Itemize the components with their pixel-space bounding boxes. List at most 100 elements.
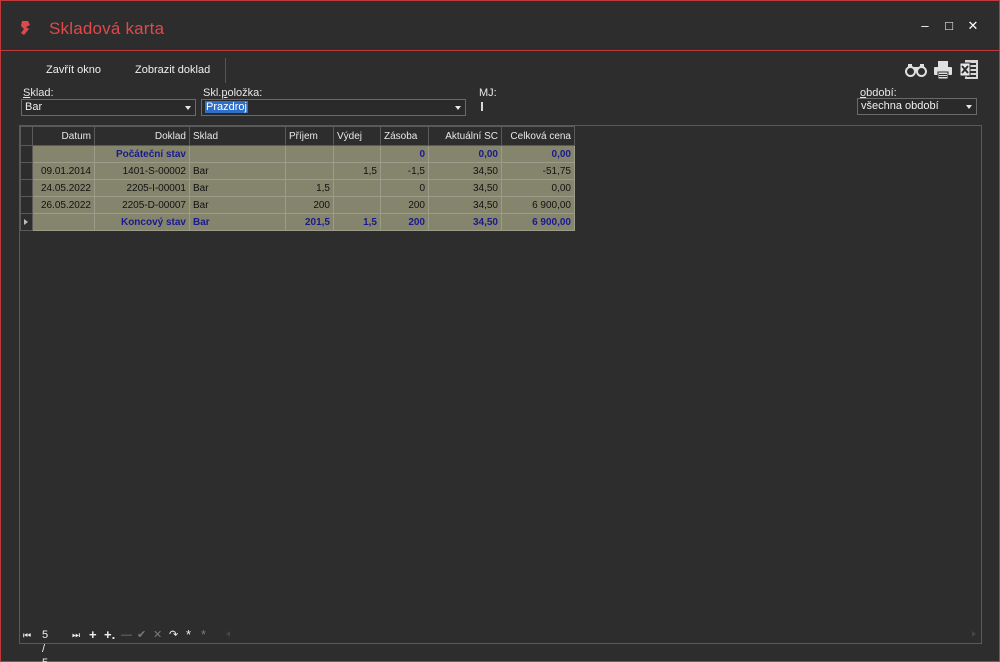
- post-edit-icon[interactable]: ✔: [137, 628, 146, 642]
- close-window-toolbar-button[interactable]: Zavřít okno: [46, 64, 101, 76]
- cell-sklad[interactable]: Bar: [189, 179, 286, 197]
- cell-datum[interactable]: 26.05.2022: [32, 196, 95, 214]
- table-header-row: Datum Doklad Sklad Příjem Výdej Zásoba A…: [20, 126, 575, 146]
- row-indicator: [20, 179, 33, 197]
- stock-card-table: Datum Doklad Sklad Příjem Výdej Zásoba A…: [20, 126, 575, 231]
- cell-zasoba[interactable]: 200: [380, 213, 429, 231]
- cell-sklad[interactable]: [189, 145, 286, 163]
- cell-aktualni-sc[interactable]: 34,50: [428, 162, 502, 180]
- cell-vydej[interactable]: [333, 179, 381, 197]
- polozka-combobox[interactable]: Prazdroj: [201, 99, 466, 116]
- cell-celkova-cena[interactable]: -51,75: [501, 162, 575, 180]
- window-title: Skladová karta: [49, 19, 165, 38]
- table-row[interactable]: 26.05.2022 2205-D-00007 Bar 200 200 34,5…: [20, 196, 575, 214]
- chevron-down-icon[interactable]: [966, 105, 972, 109]
- cell-vydej[interactable]: [333, 196, 381, 214]
- table-row[interactable]: 24.05.2022 2205-I-00001 Bar 1,5 0 34,50 …: [20, 179, 575, 197]
- cell-doklad[interactable]: 2205-D-00007: [94, 196, 190, 214]
- mj-label: MJ:: [479, 87, 497, 99]
- cell-celkova-cena[interactable]: 6 900,00: [501, 213, 575, 231]
- cell-celkova-cena[interactable]: 6 900,00: [501, 196, 575, 214]
- mj-value: [481, 102, 483, 111]
- cell-sklad[interactable]: Bar: [189, 213, 286, 231]
- set-bookmark-icon[interactable]: *: [186, 628, 191, 642]
- cell-prijem[interactable]: 1,5: [285, 179, 334, 197]
- cell-doklad[interactable]: 1401-S-00002: [94, 162, 190, 180]
- polozka-label: Skl.položka:: [203, 87, 263, 99]
- insert-record-icon[interactable]: +.: [104, 628, 115, 642]
- cell-datum[interactable]: 24.05.2022: [32, 179, 95, 197]
- skladova-karta-window: Skladová karta – □ ✕ Zavřít okno Zobrazi…: [0, 0, 1000, 662]
- column-header-aktualni-sc[interactable]: Aktuální SC: [428, 126, 502, 146]
- column-header-sklad[interactable]: Sklad: [189, 126, 286, 146]
- cell-zasoba[interactable]: 0: [380, 145, 429, 163]
- delete-record-icon[interactable]: —: [121, 628, 132, 642]
- cell-prijem[interactable]: 200: [285, 196, 334, 214]
- minimize-button[interactable]: –: [918, 19, 932, 33]
- binoculars-icon[interactable]: [905, 63, 927, 77]
- cell-zasoba[interactable]: 0: [380, 179, 429, 197]
- maximize-button[interactable]: □: [942, 19, 956, 33]
- cell-doklad[interactable]: 2205-I-00001: [94, 179, 190, 197]
- cell-datum[interactable]: [32, 213, 95, 231]
- last-record-icon[interactable]: ⏭: [72, 628, 80, 642]
- scroll-left-icon[interactable]: [226, 631, 230, 637]
- cell-sklad[interactable]: Bar: [189, 196, 286, 214]
- sklad-combobox[interactable]: Bar: [21, 99, 196, 116]
- chevron-down-icon[interactable]: [185, 106, 191, 110]
- chevron-down-icon[interactable]: [455, 106, 461, 110]
- cell-vydej[interactable]: 1,5: [333, 213, 381, 231]
- excel-icon[interactable]: [959, 59, 979, 80]
- cell-prijem[interactable]: [285, 162, 334, 180]
- goto-bookmark-icon[interactable]: *: [201, 628, 206, 642]
- column-header-datum[interactable]: Datum: [32, 126, 95, 146]
- scroll-right-icon[interactable]: [972, 631, 976, 637]
- stock-card-grid: Datum Doklad Sklad Příjem Výdej Zásoba A…: [19, 125, 982, 644]
- indicator-header: [20, 126, 33, 146]
- cell-doklad[interactable]: Počáteční stav: [94, 145, 190, 163]
- app-logo-icon: [21, 21, 30, 35]
- obdobi-combobox[interactable]: všechna období: [857, 98, 977, 115]
- column-header-prijem[interactable]: Příjem: [285, 126, 334, 146]
- cell-aktualni-sc[interactable]: 34,50: [428, 196, 502, 214]
- cell-zasoba[interactable]: 200: [380, 196, 429, 214]
- refresh-icon[interactable]: ↷: [169, 628, 178, 642]
- cell-zasoba[interactable]: -1,5: [380, 162, 429, 180]
- cell-vydej[interactable]: 1,5: [333, 162, 381, 180]
- cell-aktualni-sc[interactable]: 34,50: [428, 179, 502, 197]
- first-record-icon[interactable]: ⏮: [23, 628, 31, 642]
- cell-prijem[interactable]: [285, 145, 334, 163]
- show-document-button[interactable]: Zobrazit doklad: [135, 64, 210, 76]
- row-indicator: [20, 145, 33, 163]
- title-bar: Skladová karta – □ ✕: [1, 1, 999, 51]
- column-header-zasoba[interactable]: Zásoba: [380, 126, 429, 146]
- cell-datum[interactable]: 09.01.2014: [32, 162, 95, 180]
- table-row[interactable]: 09.01.2014 1401-S-00002 Bar 1,5 -1,5 34,…: [20, 162, 575, 180]
- cell-celkova-cena[interactable]: 0,00: [501, 179, 575, 197]
- cell-aktualni-sc[interactable]: 0,00: [428, 145, 502, 163]
- column-header-vydej[interactable]: Výdej: [333, 126, 381, 146]
- row-indicator: [20, 196, 33, 214]
- cancel-edit-icon[interactable]: ✕: [153, 628, 162, 642]
- cell-prijem[interactable]: 201,5: [285, 213, 334, 231]
- print-icon[interactable]: [933, 60, 953, 80]
- column-header-doklad[interactable]: Doklad: [94, 126, 190, 146]
- sklad-label: Sklad:: [23, 87, 54, 99]
- cell-vydej[interactable]: [333, 145, 381, 163]
- cell-doklad[interactable]: Koncový stav: [94, 213, 190, 231]
- column-header-celkova-cena[interactable]: Celková cena: [501, 126, 575, 146]
- cell-celkova-cena[interactable]: 0,00: [501, 145, 575, 163]
- cell-aktualni-sc[interactable]: 34,50: [428, 213, 502, 231]
- record-position: 5 / 5: [42, 629, 49, 662]
- table-row-initial-state[interactable]: Počáteční stav 0 0,00 0,00: [20, 145, 575, 163]
- toolbar-separator: [225, 58, 226, 83]
- cell-sklad[interactable]: Bar: [189, 162, 286, 180]
- polozka-value: Prazdroj: [205, 101, 248, 113]
- row-indicator: [20, 162, 33, 180]
- close-window-button[interactable]: ✕: [966, 19, 980, 33]
- sklad-value: Bar: [25, 101, 43, 113]
- table-row-final-state[interactable]: Koncový stav Bar 201,5 1,5 200 34,50 6 9…: [20, 213, 575, 231]
- obdobi-value: všechna období: [861, 100, 939, 112]
- add-record-icon[interactable]: +: [89, 628, 97, 642]
- cell-datum[interactable]: [32, 145, 95, 163]
